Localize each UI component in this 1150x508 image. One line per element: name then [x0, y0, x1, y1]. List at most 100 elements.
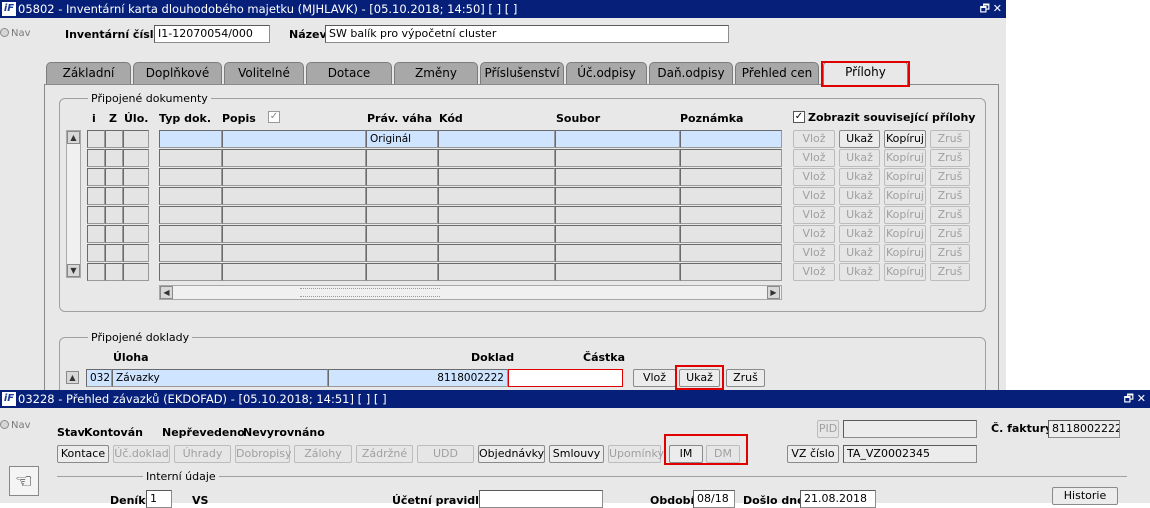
history-button[interactable]: Historie: [1052, 487, 1118, 505]
doc-cancel-button[interactable]: Zruš: [930, 263, 970, 281]
doc-insert-button[interactable]: Vlož: [793, 225, 835, 243]
im-button[interactable]: IM: [669, 445, 703, 463]
close-icon[interactable]: ✕: [993, 0, 1002, 18]
kontace-button[interactable]: Kontace: [57, 445, 109, 463]
cell-z[interactable]: [105, 149, 123, 167]
cell-soubor[interactable]: [555, 149, 680, 167]
cell-popis[interactable]: [222, 187, 366, 205]
cell-z[interactable]: [105, 187, 123, 205]
doc-cancel-button[interactable]: Zruš: [930, 244, 970, 262]
cell-ulo[interactable]: [123, 225, 149, 243]
period-field[interactable]: 08/18: [693, 490, 735, 508]
scroll-up-icon[interactable]: ▲: [67, 131, 80, 144]
cell-popis[interactable]: [222, 263, 366, 281]
doc-show-button[interactable]: Ukaž: [839, 187, 880, 205]
cell-soubor[interactable]: [555, 244, 680, 262]
cell-i[interactable]: [87, 149, 105, 167]
tab-zakladni[interactable]: Základní: [46, 62, 131, 84]
cell-soubor[interactable]: [555, 206, 680, 224]
cell-poznamka[interactable]: [680, 168, 782, 186]
record-task-cell[interactable]: Závazky: [112, 369, 328, 387]
cell-i[interactable]: [87, 225, 105, 243]
doc-show-button[interactable]: Ukaž: [839, 168, 880, 186]
doc-insert-button[interactable]: Vlož: [793, 187, 835, 205]
cell-z[interactable]: [105, 168, 123, 186]
smlouvy-button[interactable]: Smlouvy: [549, 445, 604, 463]
cell-poznamka[interactable]: [680, 130, 782, 148]
cell-i[interactable]: [87, 130, 105, 148]
cell-typ-dok[interactable]: [159, 225, 222, 243]
doc-cancel-button[interactable]: Zruš: [930, 187, 970, 205]
cell-prav-vaha[interactable]: [366, 225, 438, 243]
cell-z[interactable]: [105, 130, 123, 148]
doc-cancel-button[interactable]: Zruš: [930, 168, 970, 186]
cell-kod[interactable]: [438, 225, 555, 243]
cell-soubor[interactable]: [555, 168, 680, 186]
record-insert-button[interactable]: Vlož: [633, 369, 676, 387]
record-code-cell[interactable]: 032: [86, 369, 112, 387]
scroll-left-icon[interactable]: ◀: [160, 286, 173, 299]
doc-show-button[interactable]: Ukaž: [839, 263, 880, 281]
cell-ulo[interactable]: [123, 168, 149, 186]
cell-z[interactable]: [105, 225, 123, 243]
doc-cancel-button[interactable]: Zruš: [930, 206, 970, 224]
cell-poznamka[interactable]: [680, 187, 782, 205]
cell-popis[interactable]: [222, 130, 366, 148]
nav-indicator[interactable]: Nav: [0, 420, 35, 431]
cell-kod[interactable]: [438, 263, 555, 281]
cell-popis[interactable]: [222, 225, 366, 243]
udd-button[interactable]: UDD: [417, 445, 474, 463]
scroll-down-icon[interactable]: ▼: [67, 264, 80, 277]
doc-insert-button[interactable]: Vlož: [793, 263, 835, 281]
tab-zmeny[interactable]: Změny: [394, 62, 478, 84]
cell-ulo[interactable]: [123, 263, 149, 281]
doc-show-button[interactable]: Ukaž: [839, 244, 880, 262]
cell-soubor[interactable]: [555, 130, 680, 148]
tab-dotace[interactable]: Dotace: [306, 62, 392, 84]
close-icon[interactable]: ✕: [1137, 390, 1146, 408]
name-field[interactable]: SW balík pro výpočetní cluster: [325, 25, 729, 43]
show-related-checkbox[interactable]: ✓: [793, 111, 805, 123]
cell-prav-vaha[interactable]: [366, 263, 438, 281]
cell-poznamka[interactable]: [680, 244, 782, 262]
doc-cancel-button[interactable]: Zruš: [930, 225, 970, 243]
restore-icon[interactable]: 🗗: [980, 0, 990, 18]
cell-typ-dok[interactable]: [159, 187, 222, 205]
scroll-thumb[interactable]: [300, 288, 440, 297]
uhrady-button[interactable]: Úhrady: [174, 445, 231, 463]
cell-typ-dok[interactable]: [159, 206, 222, 224]
tab-dan-odpisy[interactable]: Daň.odpisy: [649, 62, 733, 84]
zadrzne-button[interactable]: Zádržné: [356, 445, 413, 463]
cell-typ-dok[interactable]: [159, 263, 222, 281]
documents-vscrollbar[interactable]: ▲ ▼: [66, 130, 81, 278]
cell-prav-vaha[interactable]: [366, 168, 438, 186]
cell-ulo[interactable]: [123, 187, 149, 205]
cell-i[interactable]: [87, 244, 105, 262]
record-amount-cell[interactable]: [508, 369, 623, 387]
cell-kod[interactable]: [438, 149, 555, 167]
cell-poznamka[interactable]: [680, 149, 782, 167]
cell-prav-vaha[interactable]: Originál: [366, 130, 438, 148]
cell-ulo[interactable]: [123, 130, 149, 148]
cell-prav-vaha[interactable]: [366, 206, 438, 224]
doc-copy-button[interactable]: Kopíruj: [884, 244, 926, 262]
cell-popis[interactable]: [222, 168, 366, 186]
received-field[interactable]: 21.08.2018: [800, 490, 876, 508]
restore-icon[interactable]: 🗗: [1124, 390, 1134, 408]
tab-prislusenstvi[interactable]: Příslušenství: [480, 62, 564, 84]
dm-button[interactable]: DM: [706, 445, 740, 463]
doc-cancel-button[interactable]: Zruš: [930, 149, 970, 167]
uc-doklad-button[interactable]: Úč.doklad: [113, 445, 170, 463]
record-doc-cell[interactable]: 8118002222: [328, 369, 508, 387]
doc-insert-button[interactable]: Vlož: [793, 168, 835, 186]
cell-soubor[interactable]: [555, 225, 680, 243]
cell-i[interactable]: [87, 206, 105, 224]
doc-copy-button[interactable]: Kopíruj: [884, 187, 926, 205]
doc-insert-button[interactable]: Vlož: [793, 130, 835, 148]
cell-ulo[interactable]: [123, 206, 149, 224]
doc-copy-button[interactable]: Kopíruj: [884, 149, 926, 167]
record-show-button[interactable]: Ukaž: [679, 369, 720, 387]
inventory-number-field[interactable]: I1-12070054/000: [154, 25, 270, 43]
dobropisy-button[interactable]: Dobropisy: [235, 445, 291, 463]
cell-typ-dok[interactable]: [159, 244, 222, 262]
